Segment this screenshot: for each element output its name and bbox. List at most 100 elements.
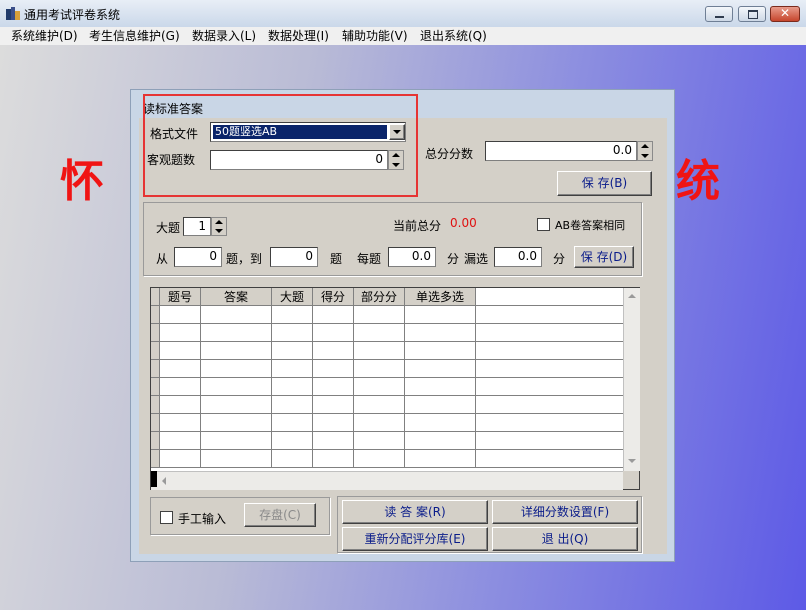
grid-cell[interactable] bbox=[313, 450, 354, 468]
grid-cell[interactable] bbox=[354, 360, 405, 378]
horizontal-scrollbar[interactable] bbox=[151, 471, 623, 490]
grid-cell[interactable] bbox=[405, 450, 476, 468]
grid-cell[interactable] bbox=[405, 324, 476, 342]
grid-cell[interactable] bbox=[272, 360, 313, 378]
grid-cell[interactable] bbox=[272, 414, 313, 432]
grid-cell[interactable] bbox=[476, 450, 623, 468]
each-score-input[interactable]: 0.0 bbox=[388, 247, 436, 267]
grid-cell[interactable] bbox=[405, 342, 476, 360]
grid-cell[interactable] bbox=[201, 306, 272, 324]
grid-cell[interactable] bbox=[201, 432, 272, 450]
read-answer-button[interactable]: 读 答 案(R) bbox=[342, 500, 488, 524]
grid-cell[interactable] bbox=[476, 306, 623, 324]
total-score-input[interactable]: 0.0 bbox=[485, 141, 637, 161]
grid-cell[interactable] bbox=[160, 396, 201, 414]
save-top-button[interactable]: 保 存(B) bbox=[557, 171, 652, 196]
grid-cell[interactable] bbox=[160, 342, 201, 360]
grid-cell[interactable] bbox=[354, 324, 405, 342]
grid-cell[interactable] bbox=[405, 414, 476, 432]
grid-cell[interactable] bbox=[476, 360, 623, 378]
reassign-score-db-button[interactable]: 重新分配评分库(E) bbox=[342, 527, 488, 551]
big-question-input[interactable]: 1 bbox=[183, 217, 211, 236]
grid-cell[interactable] bbox=[160, 432, 201, 450]
grid-cell[interactable] bbox=[313, 306, 354, 324]
close-button[interactable]: ✕ bbox=[770, 6, 800, 22]
col-single-multi[interactable]: 单选多选 bbox=[405, 288, 476, 306]
grid-cell[interactable] bbox=[313, 432, 354, 450]
vertical-scrollbar[interactable] bbox=[623, 288, 640, 471]
ab-same-checkbox[interactable] bbox=[537, 218, 550, 231]
grid-cell[interactable] bbox=[272, 432, 313, 450]
answer-grid[interactable]: 题号 答案 大题 得分 部分分 单选多选 bbox=[150, 287, 640, 490]
detail-score-button[interactable]: 详细分数设置(F) bbox=[492, 500, 638, 524]
menu-examinee[interactable]: 考生信息维护(G) bbox=[89, 27, 180, 45]
col-answer[interactable]: 答案 bbox=[201, 288, 272, 306]
missing-score-input[interactable]: 0.0 bbox=[494, 247, 542, 267]
grid-cell[interactable] bbox=[160, 414, 201, 432]
grid-cell[interactable] bbox=[476, 396, 623, 414]
grid-cell[interactable] bbox=[201, 378, 272, 396]
menu-data-entry[interactable]: 数据录入(L) bbox=[192, 27, 256, 45]
grid-cell[interactable] bbox=[476, 342, 623, 360]
scroll-down-icon[interactable] bbox=[627, 456, 637, 466]
grid-cell[interactable] bbox=[405, 378, 476, 396]
grid-cell[interactable] bbox=[201, 342, 272, 360]
grid-cell[interactable] bbox=[476, 432, 623, 450]
menu-system[interactable]: 系统维护(D) bbox=[11, 27, 78, 45]
col-question-no[interactable]: 题号 bbox=[160, 288, 201, 306]
grid-cell[interactable] bbox=[313, 324, 354, 342]
grid-cell[interactable] bbox=[354, 306, 405, 324]
grid-cell[interactable] bbox=[313, 396, 354, 414]
grid-cell[interactable] bbox=[405, 396, 476, 414]
grid-cell[interactable] bbox=[201, 414, 272, 432]
save-disk-button[interactable]: 存盘(C) bbox=[244, 503, 316, 527]
grid-cell[interactable] bbox=[272, 396, 313, 414]
col-big-question[interactable]: 大题 bbox=[272, 288, 313, 306]
maximize-button[interactable] bbox=[738, 6, 766, 22]
grid-cell[interactable] bbox=[160, 324, 201, 342]
grid-cell[interactable] bbox=[160, 450, 201, 468]
scroll-left-icon[interactable] bbox=[159, 476, 169, 486]
grid-cell[interactable] bbox=[405, 432, 476, 450]
grid-cell[interactable] bbox=[405, 360, 476, 378]
grid-cell[interactable] bbox=[313, 342, 354, 360]
grid-cell[interactable] bbox=[313, 360, 354, 378]
scroll-up-icon[interactable] bbox=[627, 291, 637, 301]
menu-exit[interactable]: 退出系统(Q) bbox=[420, 27, 487, 45]
exit-button[interactable]: 退 出(Q) bbox=[492, 527, 638, 551]
grid-cell[interactable] bbox=[201, 360, 272, 378]
grid-cell[interactable] bbox=[272, 450, 313, 468]
col-score[interactable]: 得分 bbox=[313, 288, 354, 306]
grid-cell[interactable] bbox=[160, 360, 201, 378]
grid-cell[interactable] bbox=[354, 378, 405, 396]
grid-cell[interactable] bbox=[160, 306, 201, 324]
grid-cell[interactable] bbox=[476, 378, 623, 396]
save-mid-button[interactable]: 保 存(D) bbox=[574, 246, 634, 268]
grid-cell[interactable] bbox=[313, 414, 354, 432]
manual-input-checkbox[interactable] bbox=[160, 511, 173, 524]
grid-cell[interactable] bbox=[354, 414, 405, 432]
menu-data-processing[interactable]: 数据处理(I) bbox=[268, 27, 329, 45]
grid-cell[interactable] bbox=[476, 324, 623, 342]
grid-cell[interactable] bbox=[476, 414, 623, 432]
grid-cell[interactable] bbox=[201, 324, 272, 342]
grid-cell[interactable] bbox=[313, 378, 354, 396]
big-question-spinner[interactable] bbox=[211, 217, 227, 236]
col-partial-score[interactable]: 部分分 bbox=[354, 288, 405, 306]
grid-cell[interactable] bbox=[201, 450, 272, 468]
grid-cell[interactable] bbox=[405, 306, 476, 324]
menu-auxiliary[interactable]: 辅助功能(V) bbox=[342, 27, 408, 45]
grid-cell[interactable] bbox=[272, 378, 313, 396]
minimize-button[interactable] bbox=[705, 6, 733, 22]
grid-cell[interactable] bbox=[272, 324, 313, 342]
grid-cell[interactable] bbox=[272, 342, 313, 360]
grid-cell[interactable] bbox=[160, 378, 201, 396]
grid-cell[interactable] bbox=[201, 396, 272, 414]
total-score-spinner[interactable] bbox=[637, 141, 653, 161]
grid-cell[interactable] bbox=[354, 396, 405, 414]
grid-cell[interactable] bbox=[354, 342, 405, 360]
grid-cell[interactable] bbox=[354, 432, 405, 450]
from-input[interactable]: 0 bbox=[174, 247, 222, 267]
grid-cell[interactable] bbox=[272, 306, 313, 324]
to-input[interactable]: 0 bbox=[270, 247, 318, 267]
